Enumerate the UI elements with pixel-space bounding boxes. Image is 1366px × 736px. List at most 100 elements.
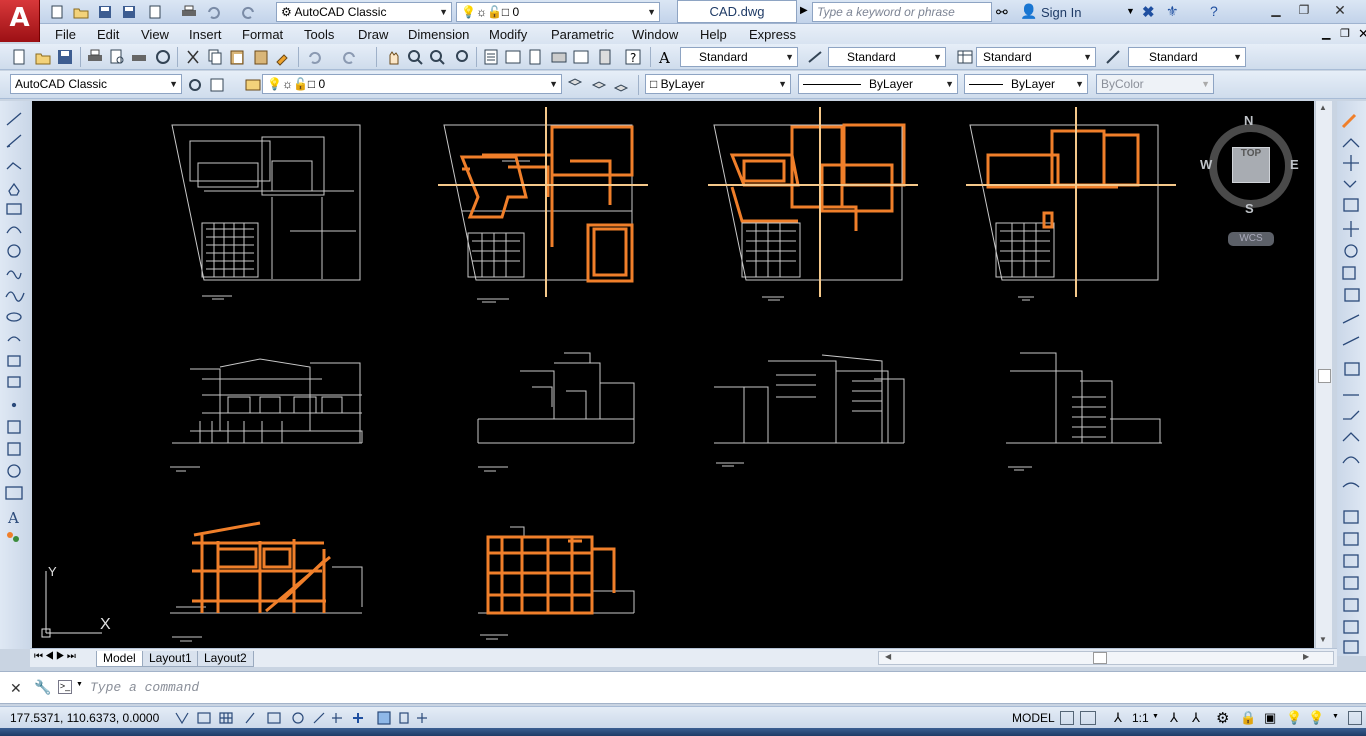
binoculars-icon[interactable]: ⚯ — [996, 4, 1008, 21]
annotation-scale-icon[interactable]: ⅄ — [1114, 710, 1122, 726]
chevron-down-icon[interactable]: ▼ — [1126, 6, 1135, 16]
zoom-realtime-icon[interactable] — [406, 48, 424, 66]
saveas-icon[interactable] — [120, 3, 138, 21]
help-icon[interactable]: ? — [1210, 3, 1218, 19]
lock-icon[interactable]: 🔒 — [1240, 710, 1256, 726]
menu-format[interactable]: Format — [242, 27, 283, 42]
tab-layout1[interactable]: Layout1 — [142, 651, 199, 667]
redo-icon[interactable] — [340, 48, 358, 66]
scroll-right-arrow-icon[interactable]: ▶ — [1303, 652, 1309, 661]
zoom-previous-icon[interactable] — [454, 48, 472, 66]
paste-block-icon[interactable] — [252, 48, 270, 66]
scroll-left-arrow-icon[interactable]: ◀ — [885, 652, 891, 661]
application-menu-button[interactable]: A — [0, 0, 40, 42]
redo-icon[interactable] — [240, 3, 258, 21]
close-button[interactable]: ✕ — [1320, 0, 1360, 20]
viewcube-west[interactable]: W — [1200, 157, 1212, 172]
tab-model[interactable]: Model — [96, 651, 143, 667]
plot-preview-icon[interactable] — [108, 48, 126, 66]
close-icon[interactable]: ✕ — [10, 680, 22, 697]
menu-draw[interactable]: Draw — [358, 27, 388, 42]
match-properties-icon[interactable] — [274, 48, 292, 66]
multileader-style-dropdown[interactable]: Standard ▼ — [1128, 47, 1246, 67]
annotation-visibility-icon[interactable]: ⅄ — [1170, 710, 1178, 726]
annotation-scale-value[interactable]: 1:1 — [1132, 711, 1149, 725]
text-style-icon[interactable]: A — [656, 48, 674, 67]
table-style-icon[interactable] — [956, 48, 974, 66]
quick-view-layouts-icon[interactable] — [1060, 711, 1074, 725]
viewcube-south[interactable]: S — [1245, 201, 1254, 216]
multileader-style-icon[interactable] — [1104, 48, 1122, 66]
copy-icon[interactable] — [206, 48, 224, 66]
workspace-switching-gear-icon[interactable]: ⚙ — [1216, 709, 1229, 727]
doc-minimize-button[interactable]: ▁ — [1322, 27, 1330, 40]
coordinates-readout[interactable]: 177.5371, 110.6373, 0.0000 — [10, 711, 159, 725]
viewcube-north[interactable]: N — [1244, 113, 1253, 128]
horizontal-scroll-thumb[interactable] — [1093, 652, 1107, 664]
wrench-icon[interactable]: 🔧 — [34, 679, 51, 696]
dimension-style-icon[interactable] — [806, 48, 824, 66]
markup-icon[interactable] — [572, 48, 590, 66]
new-icon[interactable] — [48, 3, 66, 21]
menu-tools[interactable]: Tools — [304, 27, 334, 42]
doc-restore-button[interactable]: ❐ — [1340, 27, 1350, 40]
publish-icon[interactable] — [130, 48, 148, 66]
sheet-set-icon[interactable] — [550, 48, 568, 66]
menu-modify[interactable]: Modify — [489, 27, 527, 42]
publish-icon[interactable] — [146, 3, 164, 21]
drawing-canvas[interactable]: N S E W TOP WCS Y X — [32, 101, 1314, 648]
hardware-acceleration-icon[interactable]: ▣ — [1264, 710, 1276, 726]
lineweight-control-dropdown[interactable]: ByLayer ▼ — [964, 74, 1088, 94]
design-center-icon[interactable] — [504, 48, 522, 66]
viewcube[interactable]: N S E W TOP — [1200, 113, 1299, 216]
doc-close-button[interactable]: ✕ — [1358, 26, 1366, 42]
layer-dropdown[interactable]: 💡☼🔓□ 0 ▼ — [262, 74, 562, 94]
workspace-switch-dropdown[interactable]: AutoCAD Classic ▼ — [10, 74, 182, 94]
dimension-style-dropdown[interactable]: Standard ▼ — [828, 47, 946, 67]
menu-parametric[interactable]: Parametric — [551, 27, 614, 42]
plot-icon[interactable] — [86, 48, 104, 66]
clean-screen-icon[interactable] — [1348, 711, 1362, 725]
chevron-down-icon[interactable]: ▼ — [1332, 713, 1339, 720]
text-style-dropdown[interactable]: Standard ▼ — [680, 47, 798, 67]
chevron-down-icon[interactable]: ▼ — [1152, 713, 1159, 720]
vertical-scrollbar[interactable]: ▲ ▼ — [1315, 101, 1332, 648]
menu-view[interactable]: View — [141, 27, 169, 42]
menu-dimension[interactable]: Dimension — [408, 27, 469, 42]
viewcube-face[interactable]: TOP — [1232, 147, 1270, 183]
autodesk-360-icon[interactable]: ⚜ — [1166, 3, 1179, 20]
linetype-control-dropdown[interactable]: ByLayer ▼ — [798, 74, 958, 94]
save-icon[interactable] — [96, 3, 114, 21]
exchange-icon[interactable]: ✖ — [1142, 3, 1155, 21]
paste-icon[interactable] — [228, 48, 246, 66]
tab-layout2[interactable]: Layout2 — [197, 651, 254, 667]
open-icon[interactable] — [34, 48, 52, 66]
menu-edit[interactable]: Edit — [97, 27, 119, 42]
viewcube-east[interactable]: E — [1290, 157, 1299, 172]
sign-in-link[interactable]: Sign In — [1041, 5, 1081, 20]
color-control-dropdown[interactable]: □ ByLayer ▼ — [645, 74, 791, 94]
table-style-dropdown[interactable]: Standard ▼ — [976, 47, 1096, 67]
command-prompt-icon[interactable]: >_ — [58, 680, 72, 694]
calculator-icon[interactable] — [596, 48, 614, 66]
restore-button[interactable]: ❐ — [1290, 0, 1318, 20]
minimize-button[interactable]: ▁ — [1262, 0, 1290, 20]
layer-state-icon[interactable] — [612, 76, 630, 94]
menu-help[interactable]: Help — [700, 27, 727, 42]
plot-icon[interactable] — [180, 3, 198, 21]
tab-navigation-arrows-icon[interactable]: ⏮◀▶⏭ — [34, 651, 78, 662]
menu-express[interactable]: Express — [749, 27, 796, 42]
help-icon[interactable]: ? — [624, 48, 642, 66]
layer-previous-icon[interactable] — [590, 76, 608, 94]
menu-insert[interactable]: Insert — [189, 27, 222, 42]
isolate-objects-icon[interactable]: 💡 — [1286, 710, 1302, 726]
layer-properties-icon[interactable] — [244, 76, 262, 94]
quick-view-drawings-icon[interactable] — [1080, 711, 1096, 725]
3d-dwf-icon[interactable] — [154, 48, 172, 66]
properties-icon[interactable] — [482, 48, 500, 66]
ucs-menu-button[interactable]: WCS — [1228, 232, 1274, 246]
cut-icon[interactable] — [184, 48, 202, 66]
scroll-up-arrow-icon[interactable]: ▲ — [1319, 103, 1327, 112]
zoom-window-icon[interactable] — [428, 48, 446, 66]
lightbulb-icon[interactable]: 💡 — [1308, 710, 1324, 726]
